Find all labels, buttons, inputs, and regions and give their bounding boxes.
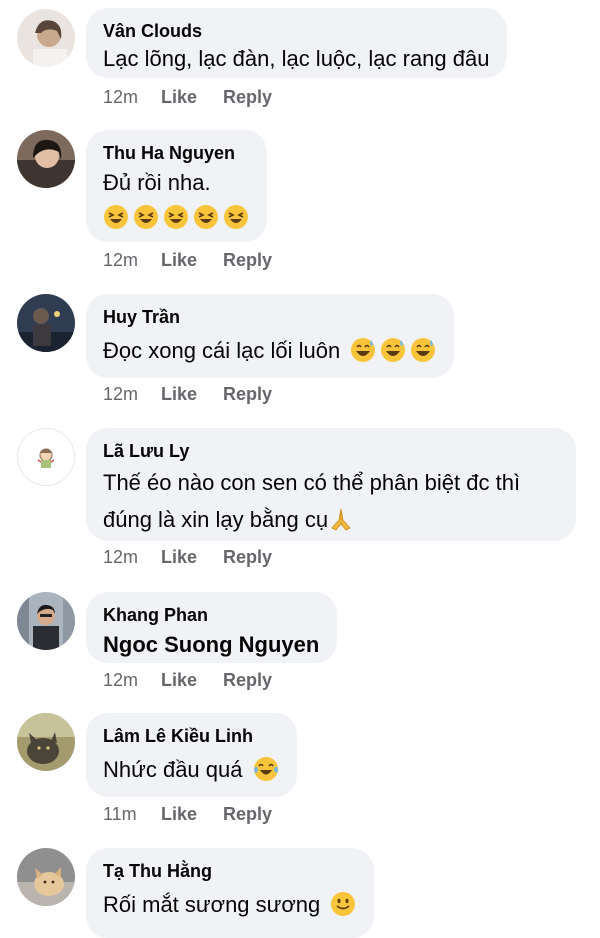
like-button[interactable]: Like (161, 86, 223, 108)
comment-actions: 12m Like Reply (103, 249, 272, 271)
comment-text: Đọc xong cái lạc lối luôn (103, 334, 436, 368)
comment-text-content: Nhức đầu quá (103, 757, 243, 782)
comment-text-line: Thế éo nào con sen có thể phân biệt đc t… (103, 470, 521, 495)
grinning-sweat-icon (410, 337, 436, 363)
avatar[interactable] (17, 592, 75, 650)
emoji-row (99, 204, 249, 238)
comment-author[interactable]: Vân Clouds (103, 20, 489, 42)
comment-actions: 12m Like Reply (103, 383, 272, 405)
comment-time[interactable]: 12m (103, 249, 161, 271)
comment-bubble: Lã Lưu Ly Thế éo nào con sen có thể phân… (86, 428, 576, 541)
comment-author[interactable]: Lâm Lê Kiều Linh (103, 725, 279, 747)
comment-text: Đủ rồi nha. (103, 170, 211, 195)
comment-text: Thế éo nào con sen có thể phân biệt đc t… (103, 464, 558, 538)
reply-button[interactable]: Reply (223, 86, 272, 108)
like-button[interactable]: Like (161, 669, 223, 691)
comment-text-content: Đọc xong cái lạc lối luôn (103, 338, 341, 363)
reply-button[interactable]: Reply (223, 803, 272, 825)
avatar[interactable] (17, 294, 75, 352)
comment-actions: 11m Like Reply (103, 803, 272, 825)
comment-bubble: Vân Clouds Lạc lõng, lạc đàn, lạc luộc, … (86, 8, 508, 78)
comment-time[interactable]: 12m (103, 86, 161, 108)
like-button[interactable]: Like (161, 249, 223, 271)
comment-text-line-2: đúng là xin lạy bằng cụ (103, 501, 558, 538)
avatar[interactable] (17, 9, 75, 67)
laughing-squint-icon (193, 204, 219, 230)
comment-author[interactable]: Tạ Thu Hằng (103, 860, 356, 882)
mention-link[interactable]: Ngoc Suong Nguyen (103, 630, 319, 660)
comment-bubble: Thu Ha Nguyen Đủ rồi nha. (86, 130, 267, 242)
comment-bubble: Khang Phan Ngoc Suong Nguyen (86, 592, 338, 663)
reply-button[interactable]: Reply (223, 669, 272, 691)
avatar[interactable] (17, 130, 75, 188)
comment-author[interactable]: Thu Ha Nguyen (103, 142, 249, 164)
comment-author[interactable]: Khang Phan (103, 604, 319, 626)
comment-bubble: Tạ Thu Hằng Rối mắt sương sương (86, 848, 375, 938)
comment-time[interactable]: 12m (103, 669, 161, 691)
grinning-sweat-icon (350, 337, 376, 363)
folded-hands-icon (328, 506, 354, 532)
like-button[interactable]: Like (161, 383, 223, 405)
comment-text: Lạc lõng, lạc đàn, lạc luộc, lạc rang đâ… (103, 46, 490, 71)
reply-button[interactable]: Reply (223, 249, 272, 271)
laughing-squint-icon (223, 204, 249, 230)
grinning-sweat-icon (380, 337, 406, 363)
reply-button[interactable]: Reply (223, 383, 272, 405)
laughing-squint-icon (103, 204, 129, 230)
comment-time[interactable]: 12m (103, 546, 161, 568)
comment-text: Nhức đầu quá (103, 753, 279, 787)
avatar[interactable] (17, 713, 75, 771)
reply-button[interactable]: Reply (223, 546, 272, 568)
comment-bubble: Lâm Lê Kiều Linh Nhức đầu quá (86, 713, 297, 797)
slightly-smiling-icon (330, 891, 356, 917)
comment-time[interactable]: 11m (103, 803, 161, 825)
comment-actions: 12m Like Reply (103, 669, 272, 691)
comment-time[interactable]: 12m (103, 383, 161, 405)
avatar[interactable] (17, 848, 75, 906)
comment-text: Rối mắt sương sương (103, 888, 356, 922)
comment-bubble: Huy Trần Đọc xong cái lạc lối luôn (86, 294, 455, 378)
comment-actions: 12m Like Reply (103, 546, 272, 568)
comment-text-content: Rối mắt sương sương (103, 892, 321, 917)
comment-author[interactable]: Huy Trần (103, 306, 436, 328)
comment-actions: 12m Like Reply (103, 86, 272, 108)
like-button[interactable]: Like (161, 803, 223, 825)
comment-author[interactable]: Lã Lưu Ly (103, 440, 558, 462)
like-button[interactable]: Like (161, 546, 223, 568)
laughing-squint-icon (163, 204, 189, 230)
tears-of-joy-icon (253, 756, 279, 782)
laughing-squint-icon (133, 204, 159, 230)
avatar[interactable] (17, 428, 75, 486)
comment-text-content: đúng là xin lạy bằng cụ (103, 507, 329, 532)
